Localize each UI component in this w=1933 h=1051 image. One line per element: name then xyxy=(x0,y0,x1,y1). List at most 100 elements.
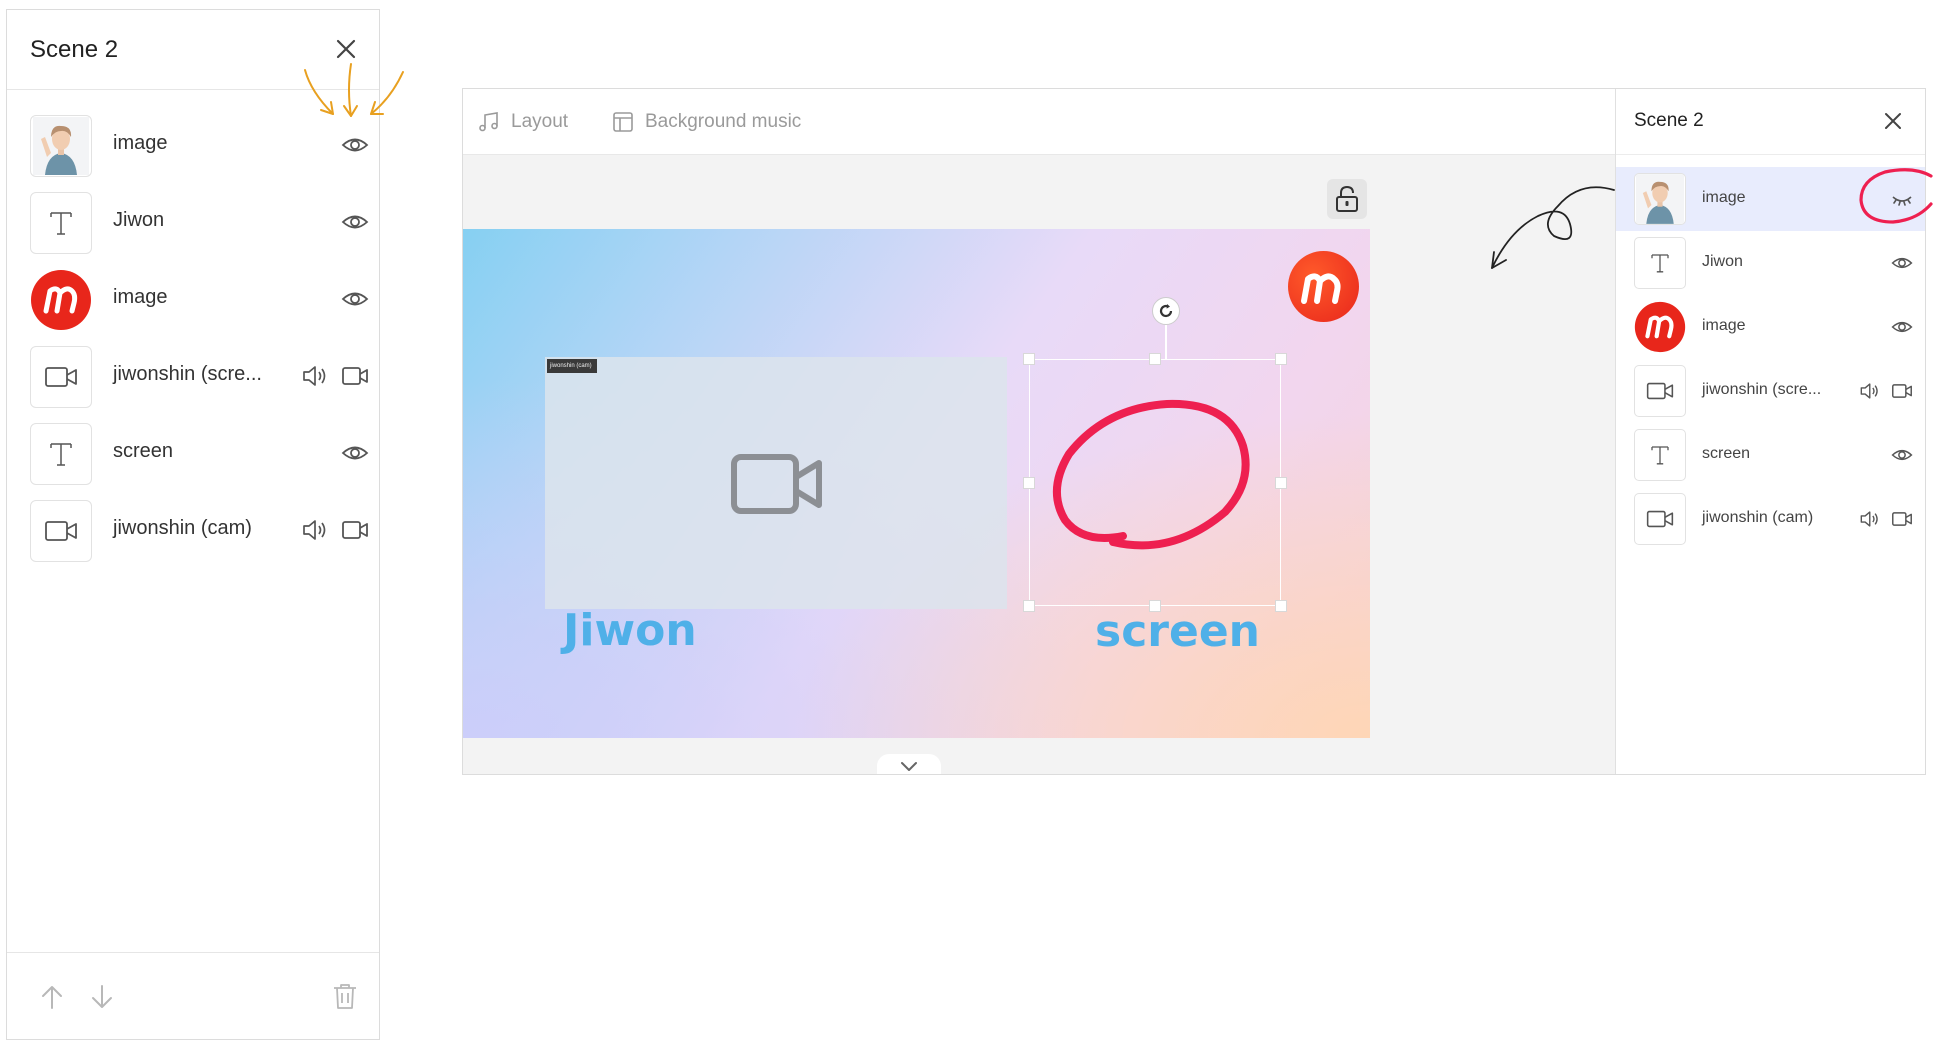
unlock-icon xyxy=(1336,185,1358,212)
layout-label: Layout xyxy=(511,111,569,132)
logo-thumbnail xyxy=(30,269,92,331)
eye-icon[interactable] xyxy=(341,285,369,313)
lock-button[interactable] xyxy=(1327,179,1367,219)
layer-row-text-jiwon[interactable]: Jiwon xyxy=(7,183,379,260)
background-music-button[interactable]: Background music xyxy=(611,109,801,135)
video-camera-icon xyxy=(45,521,77,541)
text-icon xyxy=(50,212,72,235)
text-thumbnail xyxy=(1634,237,1686,289)
layer-label: jiwonshin (cam) xyxy=(113,517,252,539)
layer-label: jiwonshin (scre... xyxy=(113,363,262,385)
resize-handle-bottom-left[interactable] xyxy=(1023,600,1035,612)
layer-label: image xyxy=(1702,317,1746,334)
collapse-button[interactable] xyxy=(877,754,941,774)
video-camera-icon[interactable] xyxy=(341,363,369,389)
video-camera-icon[interactable] xyxy=(341,517,369,543)
eye-closed-icon[interactable] xyxy=(1891,188,1913,210)
resize-handle-bottom[interactable] xyxy=(1149,600,1161,612)
text-thumbnail xyxy=(1634,429,1686,481)
mobizen-logo-icon xyxy=(31,270,91,330)
layer-label: image xyxy=(1702,189,1746,206)
layer-label: Jiwon xyxy=(113,209,165,231)
resize-handle-top-right[interactable] xyxy=(1275,353,1287,365)
video-camera-icon[interactable] xyxy=(1891,381,1913,401)
resize-handle-top-left[interactable] xyxy=(1023,353,1035,365)
layer-label: jiwonshin (scre... xyxy=(1702,381,1822,398)
editor-toolbar: Layout Background music xyxy=(463,89,1615,155)
layer-row-image-avatar[interactable]: image xyxy=(1616,167,1925,231)
arrow-up-icon[interactable] xyxy=(39,983,65,1011)
video-source-tag: jiwonshin (cam) xyxy=(547,359,597,373)
editor-window: Layout Background music jiwonshin (cam) … xyxy=(462,88,1926,775)
canvas-area: jiwonshin (cam) Jiwon screen xyxy=(463,155,1615,774)
video-camera-icon xyxy=(1646,510,1674,528)
eye-icon[interactable] xyxy=(341,439,369,467)
stage-logo-image[interactable] xyxy=(1288,251,1359,322)
scene-panel-right: Scene 2 image Jiwon image jiwonshin (scr… xyxy=(1615,89,1925,774)
text-thumbnail xyxy=(30,423,92,485)
video-thumbnail xyxy=(1634,493,1686,545)
avatar-thumbnail xyxy=(30,115,92,177)
rotate-connector xyxy=(1165,325,1167,359)
video-thumbnail xyxy=(1634,365,1686,417)
layer-label: image xyxy=(113,286,168,308)
trash-icon[interactable] xyxy=(331,981,359,1011)
stage-text-screen[interactable]: screen xyxy=(1095,606,1260,657)
resize-handle-top[interactable] xyxy=(1149,353,1161,365)
speaker-icon[interactable] xyxy=(1859,381,1879,401)
stage-text-jiwon[interactable]: Jiwon xyxy=(563,605,697,656)
video-camera-icon xyxy=(731,454,822,514)
red-circle-annotation xyxy=(1052,399,1250,550)
scene-stage[interactable]: jiwonshin (cam) Jiwon screen xyxy=(463,229,1370,738)
panel-title: Scene 2 xyxy=(1634,110,1704,131)
layer-row-video-screen[interactable]: jiwonshin (scre... xyxy=(1616,359,1925,423)
arrow-down-icon[interactable] xyxy=(89,983,115,1011)
eye-icon[interactable] xyxy=(1891,252,1913,274)
eye-icon[interactable] xyxy=(1891,444,1913,466)
layer-row-video-screen[interactable]: jiwonshin (scre... xyxy=(7,337,379,414)
video-thumbnail xyxy=(30,500,92,562)
panel-header: Scene 2 xyxy=(1616,89,1925,155)
resize-handle-bottom-right[interactable] xyxy=(1275,600,1287,612)
eye-icon[interactable] xyxy=(341,131,369,159)
video-placeholder[interactable]: jiwonshin (cam) xyxy=(545,357,1007,609)
layer-row-image-logo[interactable]: image xyxy=(7,260,379,337)
layout-button[interactable]: Layout xyxy=(477,109,568,135)
panel-footer xyxy=(7,952,379,1039)
mobizen-logo-icon xyxy=(1634,301,1686,353)
resize-handle-right[interactable] xyxy=(1275,477,1287,489)
layer-label: Jiwon xyxy=(1702,253,1743,270)
eye-icon[interactable] xyxy=(1891,316,1913,338)
speaker-icon[interactable] xyxy=(1859,509,1879,529)
layer-row-video-cam[interactable]: jiwonshin (cam) xyxy=(7,491,379,568)
resize-handle-left[interactable] xyxy=(1023,477,1035,489)
layer-row-video-cam[interactable]: jiwonshin (cam) xyxy=(1616,487,1925,551)
rotate-handle[interactable] xyxy=(1152,297,1180,325)
layer-list: image Jiwon image jiwonshin (scre... scr… xyxy=(1616,155,1925,551)
text-thumbnail xyxy=(30,192,92,254)
speaker-icon[interactable] xyxy=(301,517,327,543)
mobizen-logo-icon xyxy=(1300,272,1341,304)
layer-list: image Jiwon image jiwonshin (scre... scr… xyxy=(7,90,379,568)
close-icon[interactable] xyxy=(331,34,361,64)
music-note-icon xyxy=(479,112,498,132)
layout-icon xyxy=(613,112,633,132)
close-icon[interactable] xyxy=(1881,109,1905,133)
speaker-icon[interactable] xyxy=(301,363,327,389)
layer-label: screen xyxy=(113,440,174,462)
chevron-down-icon xyxy=(901,762,917,771)
layer-row-image-logo[interactable]: image xyxy=(1616,295,1925,359)
video-camera-icon[interactable] xyxy=(1891,509,1913,529)
text-icon xyxy=(50,443,72,466)
layer-row-text-screen[interactable]: screen xyxy=(7,414,379,491)
layer-row-image-avatar[interactable]: image xyxy=(7,106,379,183)
layer-row-text-jiwon[interactable]: Jiwon xyxy=(1616,231,1925,295)
avatar-icon xyxy=(33,117,89,175)
eye-icon[interactable] xyxy=(341,208,369,236)
layer-row-text-screen[interactable]: screen xyxy=(1616,423,1925,487)
text-icon xyxy=(1651,446,1669,465)
logo-thumbnail xyxy=(1634,301,1686,353)
panel-title: Scene 2 xyxy=(30,36,119,63)
background-music-label: Background music xyxy=(645,111,802,132)
layer-label: screen xyxy=(1702,445,1751,462)
